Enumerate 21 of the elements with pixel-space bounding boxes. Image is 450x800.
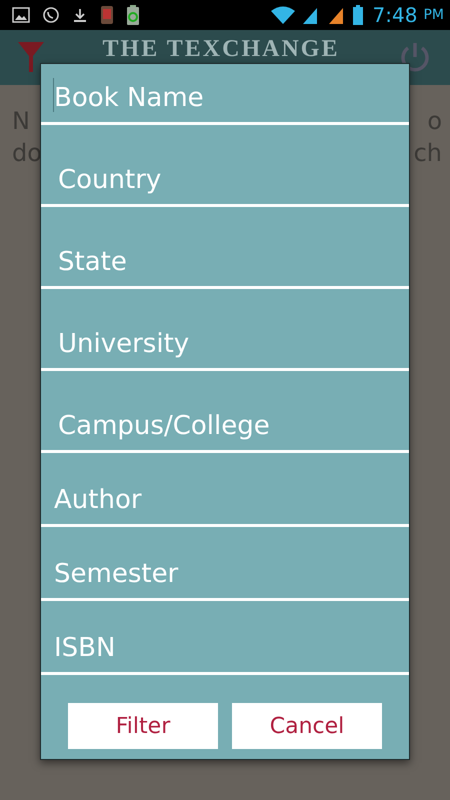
filter-icon[interactable] (18, 42, 44, 72)
phone-icon (100, 5, 114, 25)
gallery-icon (12, 7, 30, 23)
input-field[interactable]: Semester (41, 527, 409, 601)
cancel-button[interactable]: Cancel (232, 703, 382, 749)
chat-icon (42, 6, 60, 24)
input-field[interactable]: Book Name (41, 64, 409, 125)
input-field[interactable]: State (41, 207, 409, 289)
wifi-icon (270, 6, 295, 24)
input-field[interactable]: Campus/College (41, 371, 409, 453)
input-field[interactable]: University (41, 289, 409, 371)
download-icon (72, 7, 88, 23)
clock-time: 7:48 (372, 3, 418, 27)
input-field[interactable]: Country (41, 125, 409, 207)
app-title: THE TEXCHANGE (102, 36, 340, 62)
battery-icon (126, 5, 140, 25)
input-field[interactable]: Author (41, 453, 409, 527)
filter-button[interactable]: Filter (68, 703, 218, 749)
battery-icon (352, 5, 363, 25)
input-field[interactable]: ISBN (41, 601, 409, 675)
clock-meridiem: PM (423, 7, 444, 23)
